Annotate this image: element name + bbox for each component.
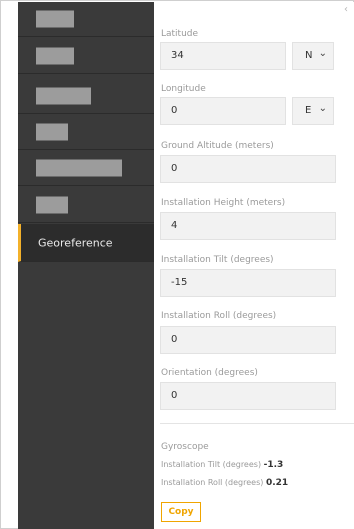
installation-height-label: Installation Height (meters) [161, 198, 286, 208]
longitude-hemisphere-select[interactable]: E ⌄ [292, 97, 334, 125]
gyroscope-title: Gyroscope [161, 442, 209, 452]
chevron-down-icon: ⌄ [318, 48, 327, 59]
latitude-input[interactable]: 34 [160, 42, 286, 70]
orientation-input[interactable]: 0 [160, 382, 336, 410]
gyroscope-tilt-value: -1.3 [263, 460, 284, 470]
gyroscope-tilt-label: Installation Tilt (degrees) [161, 460, 262, 469]
installation-height-input[interactable]: 4 [160, 212, 336, 240]
gyroscope-roll-row: Installation Roll (degrees) 0.21 [161, 478, 288, 488]
gyroscope-tilt-row: Installation Tilt (degrees) -1.3 [161, 460, 283, 470]
sidebar-item-6[interactable] [18, 188, 154, 223]
redacted-label [36, 47, 74, 65]
ground-altitude-label: Ground Altitude (meters) [161, 141, 274, 151]
sidebar-item-4[interactable] [18, 115, 154, 150]
latitude-hemisphere-value: N [305, 50, 313, 61]
sidebar-item-2[interactable] [18, 39, 154, 74]
redacted-label [36, 87, 91, 105]
gyroscope-roll-value: 0.21 [265, 478, 289, 488]
georeference-panel: ‹ Latitude 34 N ⌄ Longitude 0 E ⌄ Ground… [154, 2, 354, 529]
installation-tilt-input[interactable]: -15 [160, 269, 336, 297]
redacted-label [36, 10, 74, 28]
installation-tilt-label: Installation Tilt (degrees) [161, 255, 274, 265]
gyroscope-roll-label: Installation Roll (degrees) [161, 478, 264, 487]
window: Georeference ‹ Latitude 34 N ⌄ Longitude… [0, 0, 354, 529]
copy-button[interactable]: Copy [161, 502, 201, 522]
redacted-label [36, 159, 122, 177]
ground-altitude-input[interactable]: 0 [160, 155, 336, 183]
divider [160, 423, 354, 424]
latitude-label: Latitude [161, 29, 199, 39]
sidebar-item-3[interactable] [18, 79, 154, 114]
installation-roll-label: Installation Roll (degrees) [161, 311, 277, 321]
orientation-label: Orientation (degrees) [161, 368, 258, 378]
longitude-label: Longitude [161, 84, 206, 94]
sidebar-item-georeference[interactable]: Georeference [18, 224, 154, 262]
longitude-input[interactable]: 0 [160, 97, 286, 125]
sidebar-item-label: Georeference [38, 236, 113, 249]
redacted-label [36, 196, 68, 214]
redacted-label [36, 123, 68, 141]
sidebar-item-5[interactable] [18, 151, 154, 186]
latitude-hemisphere-select[interactable]: N ⌄ [292, 42, 334, 70]
installation-roll-input[interactable]: 0 [160, 326, 336, 354]
sidebar-item-1[interactable] [18, 2, 154, 37]
sidebar: Georeference [18, 2, 154, 529]
chevron-left-icon[interactable]: ‹ [344, 4, 348, 15]
longitude-hemisphere-value: E [305, 105, 312, 116]
chevron-down-icon: ⌄ [318, 103, 327, 114]
